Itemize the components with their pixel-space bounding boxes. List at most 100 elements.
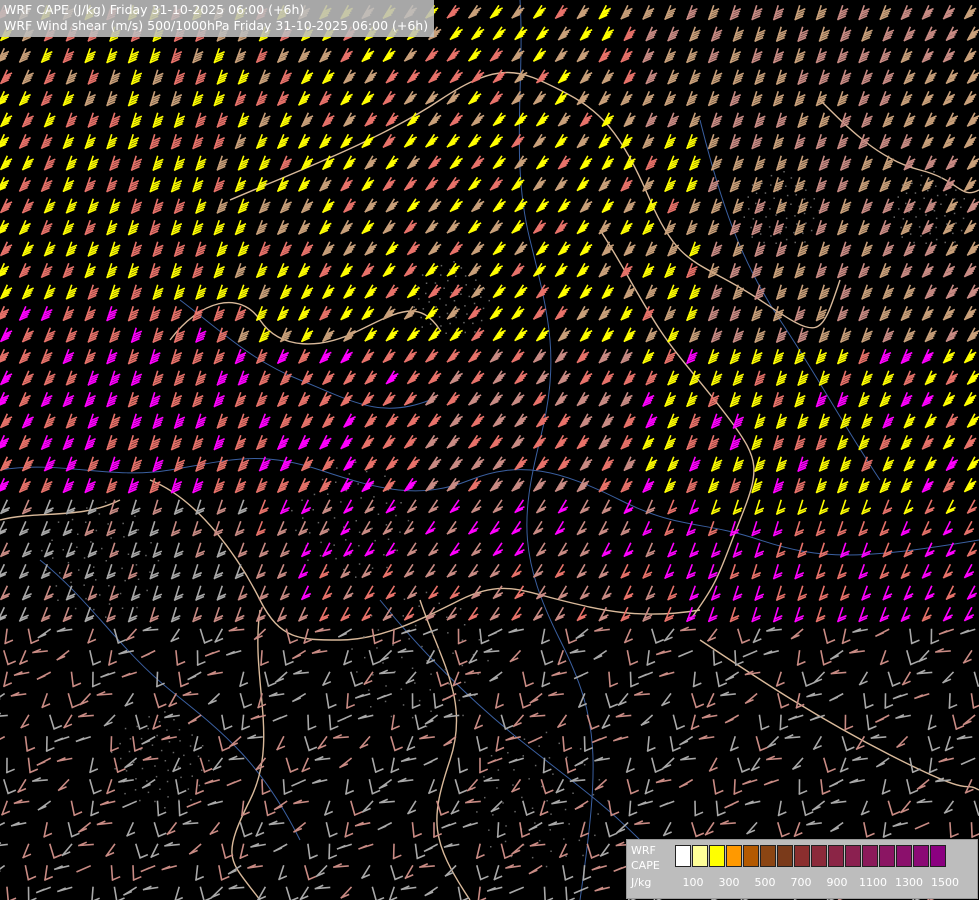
terrain-dot [568, 823, 570, 825]
terrain-dot [120, 757, 122, 760]
terrain-dot [955, 222, 957, 224]
terrain-dot [453, 261, 455, 263]
terrain-dot [902, 218, 905, 220]
terrain-dot [309, 532, 311, 534]
terrain-dot [447, 632, 449, 634]
terrain-dot [933, 210, 936, 212]
terrain-dot [78, 569, 80, 571]
terrain-dot [923, 197, 925, 199]
terrain-dot [794, 215, 796, 217]
terrain-dot [177, 766, 180, 768]
terrain-dot [385, 685, 387, 687]
terrain-dot [933, 171, 935, 173]
terrain-dot [357, 483, 359, 485]
terrain-dot [384, 700, 387, 703]
terrain-dot [95, 529, 98, 532]
terrain-dot [565, 855, 567, 857]
terrain-dot [773, 197, 775, 199]
terrain-dot [377, 629, 380, 631]
terrain-dot [364, 656, 366, 659]
terrain-dot [98, 513, 101, 515]
terrain-dot [770, 174, 773, 177]
terrain-dot [164, 760, 167, 762]
terrain-dot [119, 592, 122, 595]
terrain-dot [155, 775, 158, 778]
terrain-dot [920, 184, 922, 186]
terrain-dot [295, 529, 297, 532]
terrain-dot [909, 233, 912, 235]
terrain-dot [484, 796, 486, 799]
terrain-dot [925, 214, 927, 216]
terrain-dot [85, 597, 87, 600]
legend-swatch [930, 845, 946, 867]
legend-swatch [845, 845, 861, 867]
terrain-dot [428, 301, 430, 303]
terrain-dot [944, 215, 946, 217]
terrain-dot [363, 636, 365, 638]
terrain-dot [459, 608, 462, 610]
terrain-dot [150, 542, 152, 544]
terrain-dot [190, 799, 192, 801]
terrain-dot [164, 711, 166, 713]
terrain-dot [374, 539, 376, 542]
terrain-dot [368, 689, 370, 691]
terrain-dot [382, 662, 384, 664]
terrain-dot [545, 865, 548, 868]
terrain-dot [108, 585, 110, 587]
shear-title: WRF Wind shear (m/s) 500/1000hPa Friday … [4, 18, 429, 33]
legend-swatch [794, 845, 810, 867]
terrain-dot [497, 769, 500, 771]
map-title-box: WRF CAPE (J/kg) Friday 31-10-2025 06:00 … [0, 0, 435, 37]
terrain-dot [408, 638, 410, 640]
terrain-dot [141, 767, 144, 770]
terrain-dot [319, 554, 322, 557]
terrain-dot [401, 656, 403, 659]
terrain-dot [354, 461, 357, 463]
legend-tick: 300 [718, 876, 740, 889]
legend-swatch [675, 845, 691, 867]
terrain-dot [127, 553, 130, 555]
terrain-dot [438, 316, 441, 318]
terrain-dot [594, 834, 596, 837]
terrain-dot [395, 514, 397, 517]
terrain-dot [312, 509, 314, 511]
terrain-dot [191, 775, 193, 777]
terrain-dot [453, 300, 456, 302]
terrain-dot [67, 561, 70, 564]
terrain-dot [291, 509, 293, 512]
terrain-dot [464, 331, 466, 334]
terrain-dot [447, 279, 449, 282]
terrain-dot [340, 501, 342, 503]
terrain-dot [775, 242, 777, 244]
terrain-dot [940, 177, 943, 179]
terrain-dot [351, 648, 353, 650]
terrain-dot [461, 664, 464, 667]
terrain-dot [93, 566, 95, 568]
terrain-dot [145, 554, 147, 557]
terrain-dot [463, 321, 465, 324]
terrain-dot [935, 238, 938, 241]
terrain-dot [927, 189, 929, 192]
terrain-dot [95, 579, 97, 581]
terrain-dot [51, 539, 53, 541]
terrain-dot [502, 802, 504, 804]
terrain-dot [531, 807, 534, 809]
terrain-dot [944, 241, 946, 244]
terrain-dot [189, 763, 192, 765]
terrain-dot [550, 850, 552, 852]
terrain-dot [140, 737, 143, 740]
terrain-dot [71, 518, 74, 521]
terrain-dot [435, 306, 437, 308]
terrain-dot [437, 648, 440, 650]
terrain-dot [387, 538, 390, 540]
terrain-dot [490, 846, 492, 848]
terrain-dot [953, 198, 956, 200]
terrain-dot [110, 537, 112, 539]
terrain-dot [425, 591, 428, 594]
terrain-dot [473, 302, 476, 305]
terrain-dot [443, 287, 445, 289]
terrain-dot [813, 198, 815, 200]
terrain-dot [505, 825, 507, 827]
terrain-dot [425, 282, 428, 284]
terrain-dot [385, 502, 388, 504]
